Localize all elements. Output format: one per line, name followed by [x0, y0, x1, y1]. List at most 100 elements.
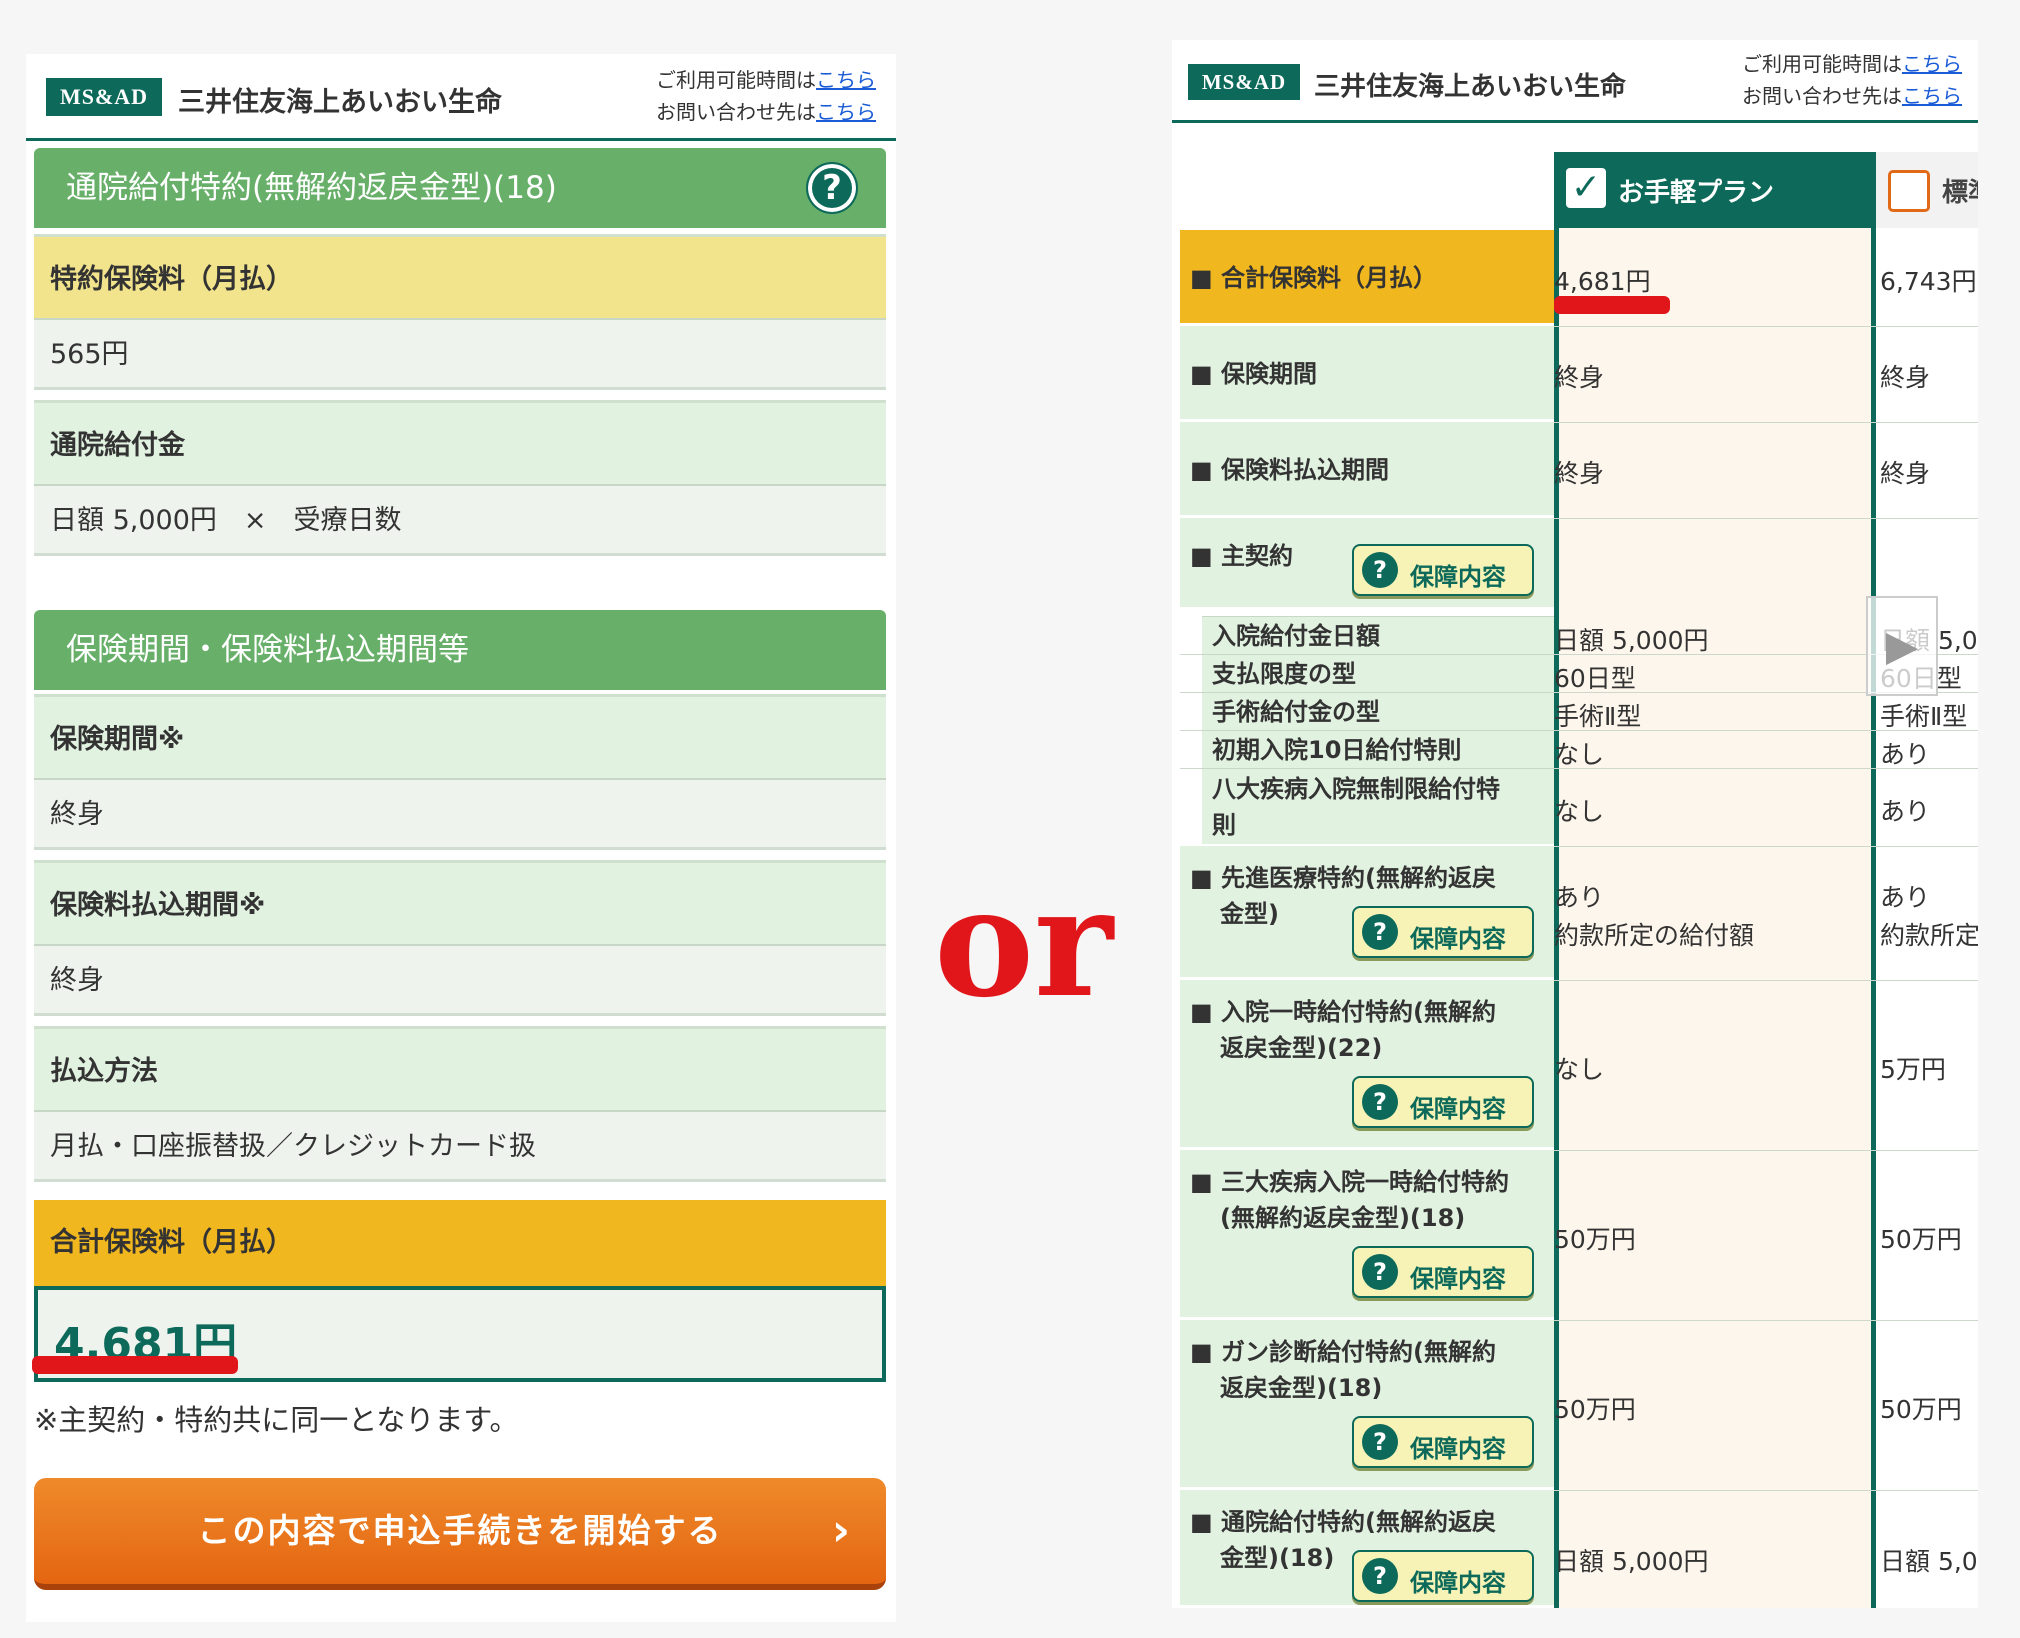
checkbox-checked-icon[interactable]: ✓ [1566, 168, 1606, 208]
question-icon: ? [1362, 914, 1398, 950]
left-screenshot: MS&AD 三井住友海上あいおい生命 ご利用可能時間はこちら お問い合わせ先はこ… [26, 54, 896, 1622]
rider-premium-label: 特約保険料（月払） [34, 234, 886, 320]
plan-name-otegaru: お手軽プラン [1618, 178, 1775, 208]
payment-period-label: 保険料払込期間※ [34, 860, 886, 946]
row-hosp-lump-plan1: なし [1554, 1055, 1605, 1084]
row-outpatient-plan2: 日額 5,000円 [1880, 1547, 1978, 1576]
row-surgery-type-plan2: 手術Ⅱ型 [1880, 702, 1968, 731]
row-outpatient-plan1: 日額 5,000円 [1554, 1547, 1709, 1576]
row-initial-10day-plan2: あり [1880, 740, 1931, 769]
row-surgery-type-label: 手術給付金の型 [1202, 692, 1554, 730]
contact-label: お問い合わせ先は [656, 100, 816, 124]
right-screenshot: MS&AD 三井住友海上あいおい生命 ご利用可能時間はこちら お問い合わせ先はこ… [1172, 40, 1978, 1608]
coverage-details-button[interactable]: ? 保障内容 [1352, 1550, 1534, 1602]
row-three-diseases-plan2: 50万円 [1880, 1225, 1962, 1254]
row-eight-diseases-label: 八大疾病入院無制限給付特 則 [1202, 768, 1554, 844]
outpatient-value: 日額 5,000円 × 受療日数 [34, 486, 886, 556]
coverage-details-button[interactable]: ? 保障内容 [1352, 1246, 1534, 1298]
start-application-button[interactable]: この内容で申込手続きを開始する › [34, 1478, 886, 1590]
hosp-lump-line1: ■ 入院一時給付特約(無解約 [1190, 998, 1496, 1026]
rider-premium-value: 565円 [34, 320, 886, 390]
msad-logo: MS&AD [46, 78, 162, 116]
plan-header-otegaru[interactable]: ✓ お手軽プラン [1554, 152, 1876, 228]
red-underline-mark [32, 1356, 238, 1374]
coverage-details-button[interactable]: ? 保障内容 [1352, 1076, 1534, 1128]
row-total-plan1: 4,681円 [1554, 267, 1651, 296]
main-contract-text: ■ 主契約 [1190, 542, 1294, 570]
row-payment-period-label: ■ 保険料払込期間 [1180, 422, 1554, 518]
row-initial-10day-plan1: なし [1554, 740, 1605, 769]
contact-link-right[interactable]: こちら [1902, 84, 1962, 108]
row-payment-period-plan1: 終身 [1554, 459, 1605, 488]
three-diseases-line1: ■ 三大疾病入院一時給付特約 [1190, 1168, 1510, 1196]
row-coverage-period-label: ■ 保険期間 [1180, 326, 1554, 422]
question-icon: ? [1362, 552, 1398, 588]
coverage-details-label: 保障内容 [1410, 1435, 1506, 1463]
row-advanced-plan2-line1: あり [1880, 883, 1931, 912]
or-divider-text: or [934, 855, 1114, 1031]
row-limit-type-plan1: 60日型 [1554, 664, 1636, 693]
coverage-period-value: 終身 [34, 780, 886, 850]
site-header-right: MS&AD 三井住友海上あいおい生命 ご利用可能時間はこちら お問い合わせ先はこ… [1172, 40, 1978, 123]
hours-link-right[interactable]: こちら [1902, 52, 1962, 76]
coverage-details-label: 保障内容 [1410, 925, 1506, 953]
help-icon[interactable]: ? [806, 162, 858, 214]
site-header: MS&AD 三井住友海上あいおい生命 ご利用可能時間はこちら お問い合わせ先はこ… [26, 54, 896, 141]
total-premium-label: 合計保険料（月払） [34, 1200, 886, 1286]
row-advanced-plan1-line2: 約款所定の給付額 [1554, 921, 1755, 950]
hours-link[interactable]: こちら [816, 68, 876, 92]
outpatient-line1: ■ 通院給付特約(無解約返戻 [1190, 1508, 1496, 1536]
row-advanced-plan2-line2: 約款所定の給付額 [1880, 921, 1978, 950]
row-three-diseases-plan1: 50万円 [1554, 1225, 1636, 1254]
eight-diseases-line1: 八大疾病入院無制限給付特 [1212, 775, 1500, 803]
row-eight-diseases-plan1: なし [1554, 797, 1605, 826]
header-links-right: ご利用可能時間はこちら お問い合わせ先はこちら [1742, 48, 1962, 112]
checkbox-empty-icon[interactable] [1888, 170, 1930, 212]
plan-header-standard[interactable]: 標準 [1876, 152, 1978, 228]
row-coverage-period-plan1: 終身 [1554, 363, 1605, 392]
question-icon: ? [1362, 1424, 1398, 1460]
row-total-label: ■ 合計保険料（月払） [1180, 230, 1554, 326]
coverage-details-button[interactable]: ? 保障内容 [1352, 906, 1534, 958]
rider-section-header: 通院給付特約(無解約返戻金型)(18) ? [34, 148, 886, 228]
coverage-details-label: 保障内容 [1410, 1095, 1506, 1123]
company-name-right: 三井住友海上あいおい生命 [1314, 72, 1627, 102]
red-underline-mark-right [1554, 296, 1670, 314]
header-links: ご利用可能時間はこちら お問い合わせ先はこちら [656, 64, 876, 128]
rider-title: 通院給付特約(無解約返戻金型)(18) [66, 170, 557, 206]
chevron-right-icon: › [831, 1505, 852, 1556]
row-cancer-plan1: 50万円 [1554, 1395, 1636, 1424]
row-cancer-plan2: 50万円 [1880, 1395, 1962, 1424]
row-daily-benefit-label: 入院給付金日額 [1202, 616, 1554, 654]
question-icon: ? [1362, 1558, 1398, 1594]
coverage-details-label: 保障内容 [1410, 563, 1506, 591]
cancer-line2: 返戻金型)(18) [1220, 1374, 1383, 1402]
row-daily-benefit-plan1: 日額 5,000円 [1554, 626, 1709, 655]
coverage-details-button[interactable]: ? 保障内容 [1352, 544, 1534, 596]
msad-logo-right: MS&AD [1188, 64, 1300, 100]
contact-label-right: お問い合わせ先は [1742, 84, 1902, 108]
cta-label: この内容で申込手続きを開始する [197, 1511, 723, 1550]
coverage-details-button[interactable]: ? 保障内容 [1352, 1416, 1534, 1468]
cancer-line1: ■ ガン診断給付特約(無解約 [1190, 1338, 1496, 1366]
row-advanced-plan1-line1: あり [1554, 883, 1605, 912]
advanced-line1: ■ 先進医療特約(無解約返戻 [1190, 864, 1496, 892]
payment-method-label: 払込方法 [34, 1026, 886, 1112]
coverage-details-label: 保障内容 [1410, 1569, 1506, 1597]
payment-method-value: 月払・口座振替扱／クレジットカード扱 [34, 1112, 886, 1182]
payment-period-value: 終身 [34, 946, 886, 1016]
question-icon: ? [1362, 1254, 1398, 1290]
period-section-header: 保険期間・保険料払込期間等 [34, 610, 886, 690]
row-surgery-type-plan1: 手術Ⅱ型 [1554, 702, 1642, 731]
scroll-right-arrow-icon[interactable]: ▶ [1866, 596, 1938, 696]
hosp-lump-line2: 返戻金型)(22) [1220, 1034, 1383, 1062]
contact-link[interactable]: こちら [816, 100, 876, 124]
company-name: 三井住友海上あいおい生命 [178, 87, 502, 118]
footnote: ※主契約・特約共に同一となります。 [34, 1403, 519, 1437]
row-payment-period-plan2: 終身 [1880, 459, 1931, 488]
row-total-plan2: 6,743円 [1880, 267, 1977, 296]
eight-diseases-line2: 則 [1212, 811, 1236, 839]
row-limit-type-label: 支払限度の型 [1202, 654, 1554, 692]
plan-name-standard: 標準 [1942, 178, 1978, 208]
question-icon: ? [1362, 1084, 1398, 1120]
